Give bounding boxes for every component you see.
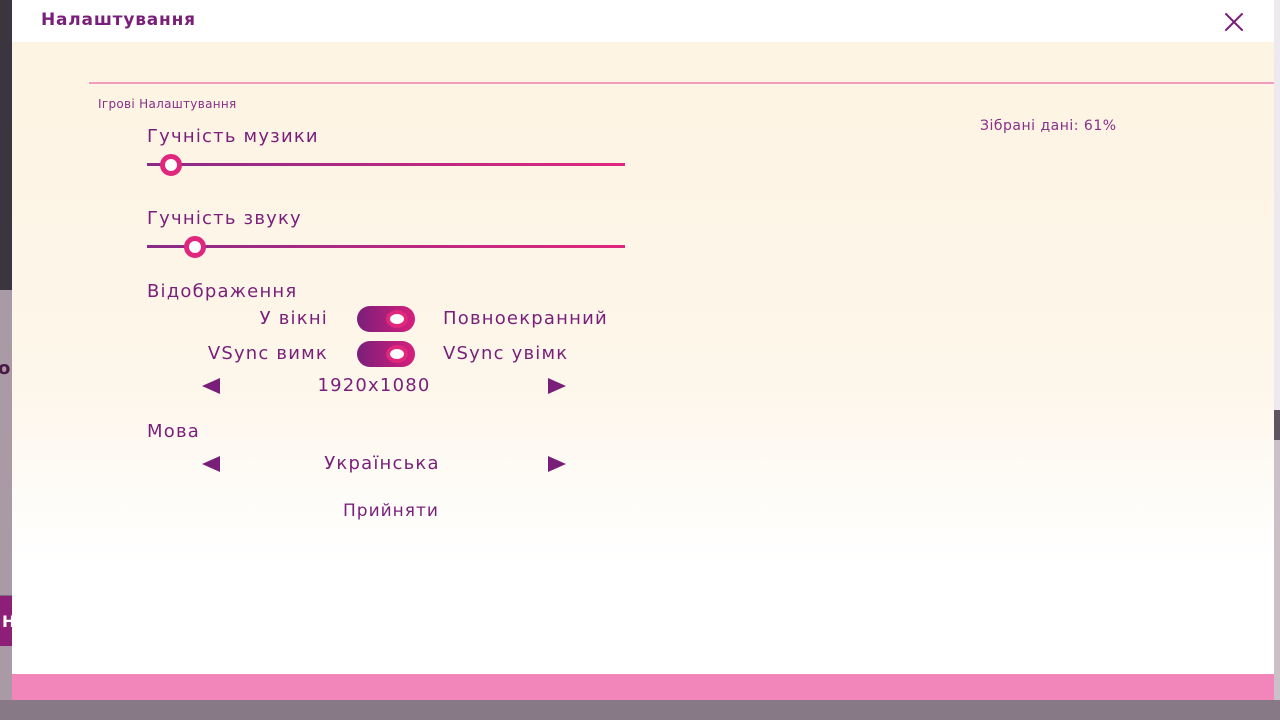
window-mode-off-label: У вікні	[259, 308, 328, 329]
sound-volume-label: Гучність звуку	[147, 208, 302, 229]
vsync-on-label: VSync увімк	[443, 343, 569, 364]
sound-volume-slider[interactable]	[147, 235, 625, 258]
background-panel-right-top	[1274, 0, 1280, 410]
accept-button[interactable]: Прийняти	[312, 498, 470, 524]
close-button[interactable]	[1222, 10, 1246, 34]
vsync-off-label: VSync вимк	[207, 343, 328, 364]
background-panel-bottom	[0, 700, 1280, 720]
settings-modal: Налаштування Ігрові Налаштування Зібрані…	[12, 0, 1274, 700]
music-volume-label: Гучність музики	[147, 126, 319, 147]
section-divider	[89, 82, 1274, 84]
sound-volume-handle[interactable]	[183, 236, 206, 258]
resolution-prev-arrow-icon[interactable]	[202, 378, 220, 394]
section-label: Ігрові Налаштування	[98, 97, 237, 111]
background-panel-left-middle	[0, 290, 12, 595]
vsync-toggle-knob	[386, 345, 408, 363]
background-panel-right-middle	[1274, 410, 1280, 440]
modal-header: Налаштування	[12, 0, 1274, 42]
display-label: Відображення	[147, 281, 298, 302]
vsync-toggle[interactable]	[357, 341, 415, 367]
resolution-next-arrow-icon[interactable]	[548, 378, 566, 394]
background-panel-left-top	[0, 0, 12, 290]
fullscreen-toggle-knob	[386, 310, 408, 328]
background-text-fragment: о	[0, 358, 11, 379]
window-mode-on-label: Повноекранний	[443, 308, 608, 329]
language-label: Мова	[147, 421, 200, 442]
sound-volume-track	[147, 245, 625, 248]
fullscreen-toggle[interactable]	[357, 306, 415, 332]
close-icon	[1225, 13, 1243, 31]
music-volume-handle[interactable]	[159, 154, 182, 176]
background-panel-right-bottom	[1274, 440, 1280, 720]
music-volume-slider[interactable]	[147, 153, 625, 176]
resolution-value: 1920x1080	[317, 375, 431, 396]
language-next-arrow-icon[interactable]	[548, 456, 566, 472]
language-prev-arrow-icon[interactable]	[202, 456, 220, 472]
music-volume-track	[147, 163, 625, 166]
language-value: Українська	[324, 453, 440, 474]
modal-footer	[12, 674, 1274, 700]
modal-title: Налаштування	[41, 10, 196, 30]
collected-data-status: Зібрані дані: 61%	[980, 118, 1117, 134]
